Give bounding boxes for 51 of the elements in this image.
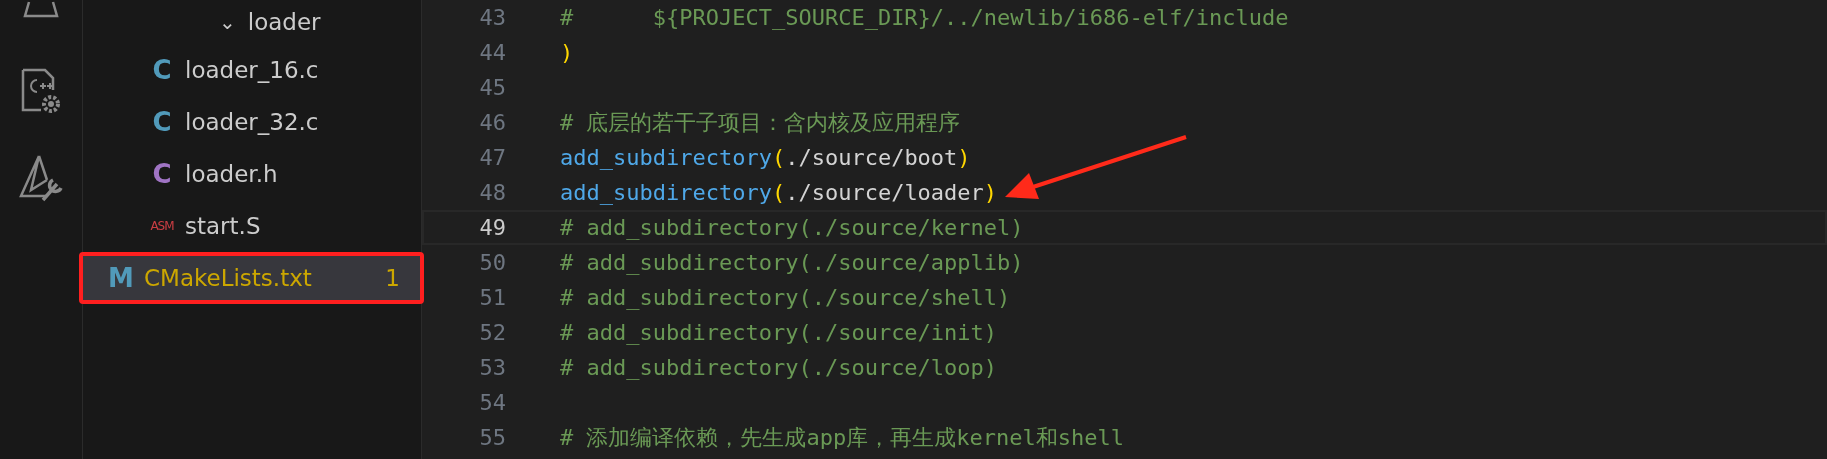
line-number: 44 [478,40,506,65]
code-comment: # 添加编译依赖，先生成app库，再生成kernel和shell [560,423,1124,452]
file-item[interactable]: M CMakeLists.txt 1 [83,256,420,300]
code-comment: # add_subdirectory(./source/init) [560,320,998,345]
line-number: 52 [478,320,506,345]
code-comment: # add_subdirectory(./source/kernel) [560,215,1024,240]
line-number: 55 [478,425,506,450]
chevron-icon[interactable]: ⌄ [219,10,236,34]
line-number: 48 [478,180,506,205]
file-item[interactable]: C loader_32.c [87,100,417,144]
parenthesis: ( [771,145,786,170]
file-name: loader_16.c [185,57,319,83]
file-item[interactable]: C loader.h [87,152,417,196]
parenthesis: ( [771,180,786,205]
code-comment: # ${PROJECT_SOURCE_DIR}/../newlib/i686-elf/include [560,5,1289,30]
code-comment: # 底层的若干子项目：含内核及应用程序 [560,108,961,137]
path-text: ./source/loader [785,180,984,205]
function-name: add_subdirectory [560,180,772,205]
line-number: 43 [478,5,506,30]
parenthesis: ) [560,40,574,65]
file-name: loader.h [185,161,278,187]
problem-count: 1 [385,265,400,291]
code-comment: # add_subdirectory(./source/shell) [560,285,1011,310]
line-number: 46 [478,110,506,135]
file-type-icon: M [108,263,134,293]
triangle-wrench-icon[interactable] [17,154,65,202]
line-number: 50 [478,250,506,275]
parenthesis: ) [957,145,971,170]
code-comment: # add_subdirectory(./source/applib) [560,250,1024,275]
line-number: 47 [478,145,506,170]
file-item[interactable]: C loader_16.c [87,48,417,92]
path-text: ./source/boot [785,145,958,170]
line-number: 49 [478,215,506,240]
code-comment: # add_subdirectory(./source/loop) [560,355,998,380]
file-name: CMakeLists.txt [144,265,312,291]
line-number: 54 [478,390,506,415]
file-name: start.S [185,213,261,239]
line-number: 51 [478,285,506,310]
line-number: 45 [478,75,506,100]
folder-name[interactable]: loader [247,9,321,35]
file-type-icon: ASM [149,219,175,233]
file-type-icon: C [149,159,175,189]
parenthesis: ) [983,180,998,205]
line-number: 53 [478,355,506,380]
file-type-icon: C [149,55,175,85]
file-item[interactable]: ASM start.S [87,204,417,248]
file-name: loader_32.c [185,109,319,135]
file-type-icon: C [149,107,175,137]
function-name: add_subdirectory [560,145,772,170]
flask-icon[interactable] [21,0,61,20]
file-gear-icon[interactable] [19,68,63,116]
